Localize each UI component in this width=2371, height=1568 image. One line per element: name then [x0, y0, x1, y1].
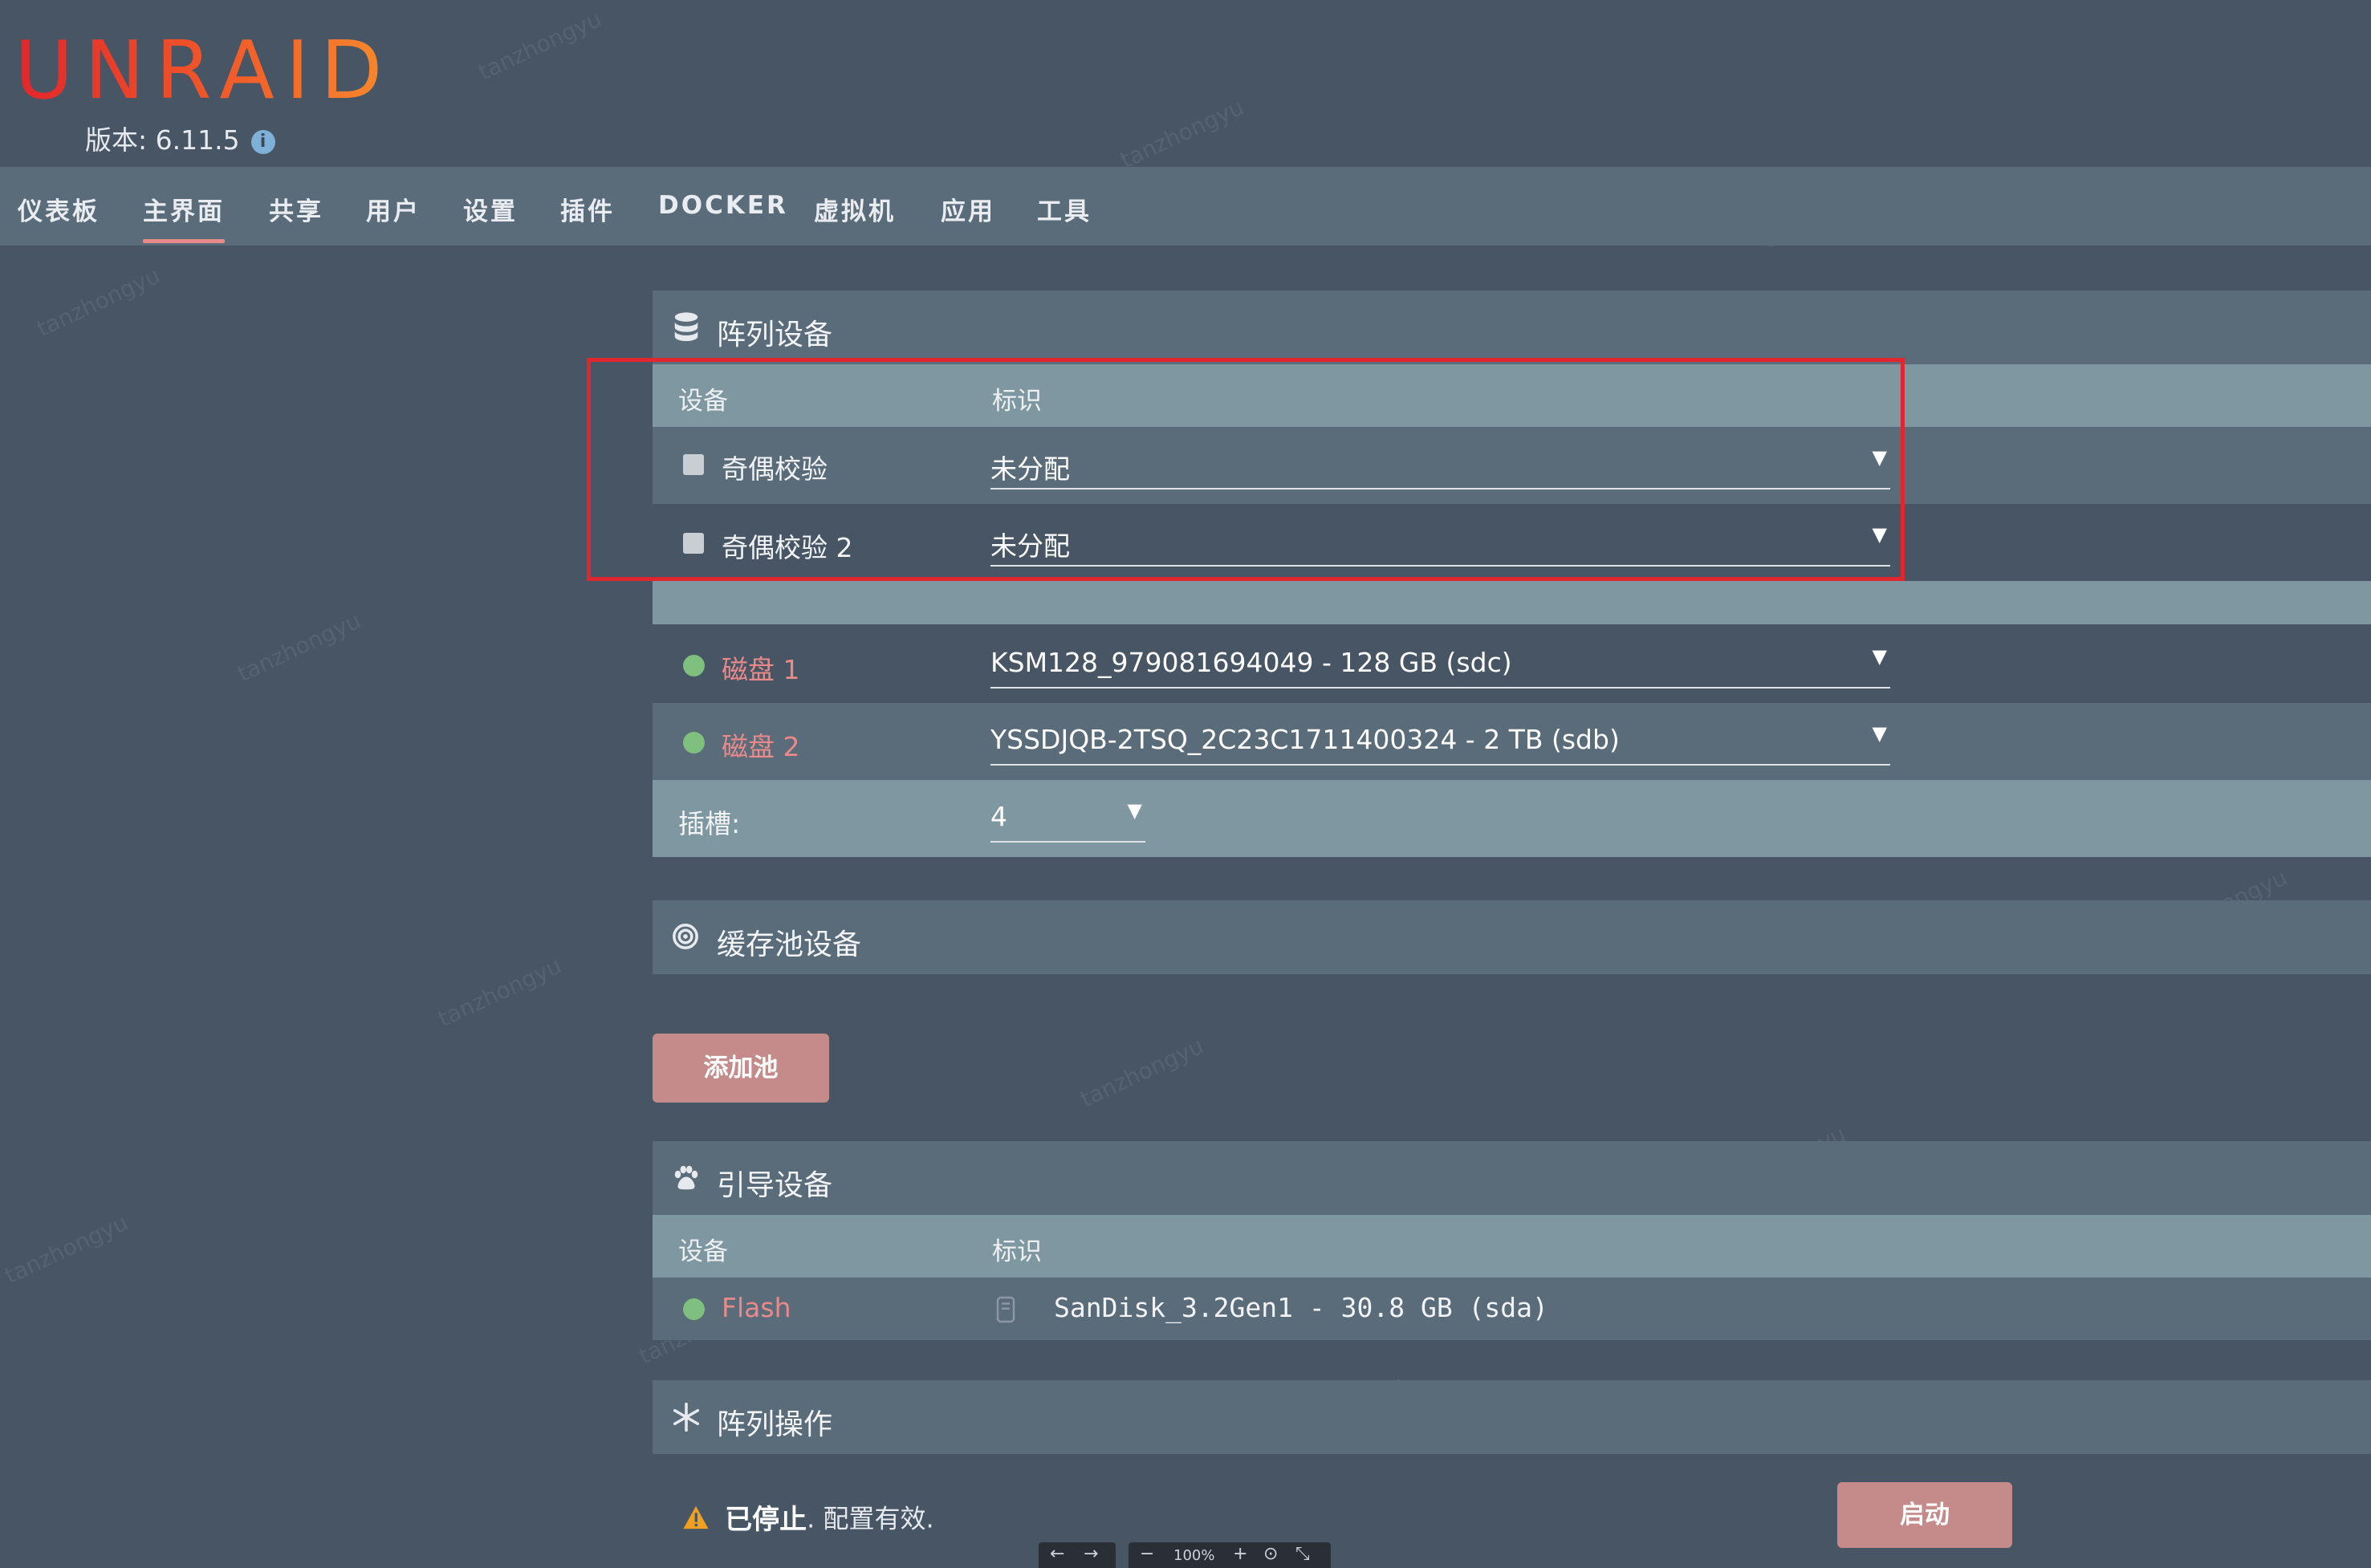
boot-table-header: 设备 标识 [653, 1215, 2371, 1278]
flash-row: Flash SanDisk_3.2Gen1 - 30.8 GB (sda) [653, 1278, 2371, 1340]
disk2-select-value: YSSDJQB-2TSQ_2C23C1711400324 - 2 TB (sdb… [990, 724, 1620, 755]
disk1-row: 磁盘 1 KSM128_979081694049 - 128 GB (sdc) … [653, 626, 2371, 703]
nav-main[interactable]: 主界面 [143, 191, 225, 243]
forward-arrow-icon[interactable]: → [1084, 1544, 1098, 1564]
dropdown-arrow-icon: ▼ [1872, 722, 1887, 745]
start-button[interactable]: 启动 [1837, 1482, 2012, 1548]
flash-identification: SanDisk_3.2Gen1 - 30.8 GB (sda) [1054, 1292, 1548, 1323]
zoom-out-icon[interactable]: − [1140, 1544, 1154, 1564]
nav-users[interactable]: 用户 [366, 191, 421, 227]
version-text: 版本: 6.11.5 [85, 124, 240, 156]
boot-device-title: 引导设备 [717, 1169, 833, 1202]
unraid-logo[interactable]: UNRAID [14, 30, 393, 111]
watermark: tanzhongyu [32, 262, 165, 343]
cache-pool-title: 缓存池设备 [717, 928, 862, 961]
target-icon [673, 924, 698, 949]
nav-dashboard[interactable]: 仪表板 [18, 191, 100, 227]
array-devices-title: 阵列设备 [717, 319, 833, 351]
watermark: tanzhongyu [0, 1208, 132, 1290]
paw-icon [674, 1165, 698, 1190]
array-operation-header[interactable]: 阵列操作 [653, 1380, 2371, 1454]
history-nav: ← → [1039, 1542, 1116, 1568]
disk1-select-value: KSM128_979081694049 - 128 GB (sdc) [990, 647, 1512, 678]
slots-label: 插槽: [678, 808, 741, 839]
zoom-reset-icon[interactable]: ⊙ [1263, 1544, 1278, 1564]
array-status: 已停止. 配置有效. [682, 1497, 934, 1537]
status-config-valid: . 配置有效. [807, 1503, 934, 1534]
boot-device-header[interactable]: 引导设备 [653, 1141, 2371, 1215]
slots-row: 插槽: 4 ▼ [653, 780, 2371, 857]
watermark: tanzhongyu [233, 607, 365, 688]
snowflake-icon [673, 1403, 700, 1432]
array-divider [653, 581, 2371, 624]
disk1-select[interactable]: KSM128_979081694049 - 128 GB (sdc) ▼ [990, 642, 1890, 689]
cache-pool-header[interactable]: 缓存池设备 [653, 900, 2371, 974]
disk2-status-dot [683, 732, 705, 754]
disk2-select[interactable]: YSSDJQB-2TSQ_2C23C1711400324 - 2 TB (sdb… [990, 719, 1890, 766]
main-nav: 仪表板 主界面 共享 用户 设置 插件 DOCKER 虚拟机 应用 工具 [0, 167, 2371, 246]
disk1-status-dot [683, 655, 705, 676]
array-devices-header[interactable]: 阵列设备 [653, 290, 2371, 364]
nav-settings[interactable]: 设置 [463, 191, 518, 227]
back-arrow-icon[interactable]: ← [1050, 1544, 1064, 1564]
warning-icon [683, 1505, 709, 1529]
zoom-controls: − 100% + ⊙ ⤡ [1129, 1542, 1331, 1568]
watermark: tanzhongyu [1116, 93, 1248, 174]
status-stopped: 已停止 [725, 1504, 807, 1536]
slots-select[interactable]: 4 ▼ [990, 796, 1145, 843]
flash-status-dot [683, 1298, 705, 1320]
slots-select-value: 4 [990, 801, 1007, 832]
version-label: 版本: 6.11.5 i [85, 119, 275, 157]
info-icon[interactable]: i [250, 129, 275, 154]
watermark: tanzhongyu [433, 952, 566, 1033]
dropdown-arrow-icon: ▼ [1872, 645, 1887, 668]
zoom-level: 100% [1173, 1547, 1215, 1564]
add-pool-button[interactable]: 添加池 [653, 1034, 829, 1103]
flash-label[interactable]: Flash [722, 1292, 791, 1323]
zoom-in-icon[interactable]: + [1233, 1544, 1247, 1564]
watermark: tanzhongyu [474, 5, 606, 86]
nav-tools[interactable]: 工具 [1037, 191, 1092, 227]
fit-screen-icon[interactable]: ⤡ [1295, 1544, 1310, 1564]
watermark: tanzhongyu [1076, 1032, 1208, 1113]
disk2-row: 磁盘 2 YSSDJQB-2TSQ_2C23C1711400324 - 2 TB… [653, 703, 2371, 780]
nav-apps[interactable]: 应用 [941, 191, 995, 227]
col-device: 设备 [678, 1237, 728, 1266]
disk2-label[interactable]: 磁盘 2 [722, 725, 800, 764]
disk1-label[interactable]: 磁盘 1 [722, 648, 800, 687]
nav-shares[interactable]: 共享 [269, 191, 323, 227]
nav-plugins[interactable]: 插件 [560, 191, 615, 227]
col-identification: 标识 [992, 1237, 1042, 1266]
database-icon [674, 312, 698, 342]
usb-drive-icon [996, 1296, 1015, 1323]
highlight-box [587, 358, 1905, 581]
dropdown-arrow-icon: ▼ [1127, 799, 1142, 822]
array-operation-title: 阵列操作 [717, 1408, 833, 1441]
nav-docker[interactable]: DOCKER [658, 191, 788, 220]
nav-vms[interactable]: 虚拟机 [814, 191, 896, 227]
